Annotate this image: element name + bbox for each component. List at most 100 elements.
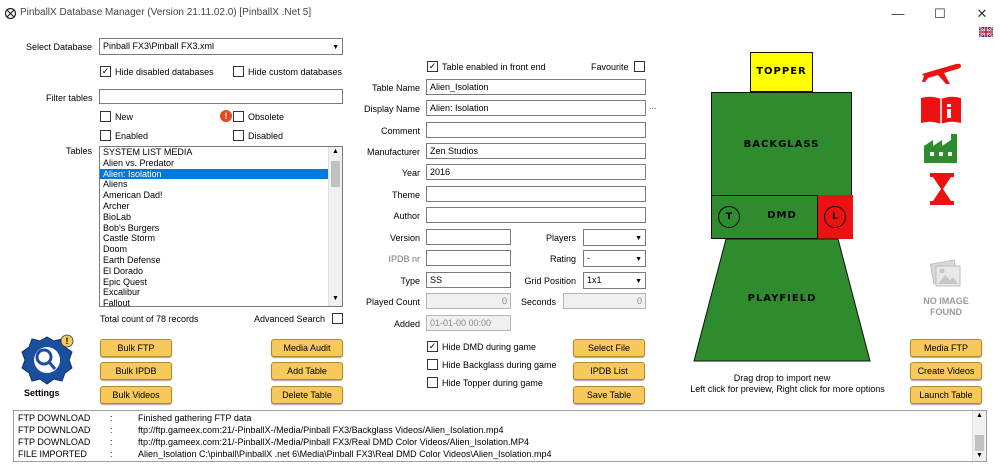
save-table-button[interactable]: Save Table — [573, 386, 645, 404]
tables-label: Tables — [66, 146, 93, 156]
factory-icon[interactable] — [922, 132, 962, 164]
language-flag-icon[interactable] — [979, 27, 993, 37]
manual-book-icon[interactable] — [920, 95, 962, 125]
log-type: FILE IMPORTED — [18, 449, 87, 459]
version-input[interactable] — [426, 229, 511, 245]
media-audit-button[interactable]: Media Audit — [271, 339, 343, 357]
add-table-button[interactable]: Add Table — [271, 362, 343, 380]
topper-label: TOPPER — [756, 66, 807, 77]
maximize-button[interactable]: ☐ — [922, 4, 958, 24]
hide-custom-checkbox[interactable] — [233, 66, 244, 77]
dmd-zone[interactable]: T DMD L — [711, 195, 853, 239]
ipdb-list-button[interactable]: IPDB List — [573, 362, 645, 380]
hide-disabled-checkbox[interactable]: ✓ — [100, 66, 111, 77]
filter-tables-input[interactable] — [99, 89, 343, 104]
manufacturer-input[interactable]: Zen Studios — [426, 143, 646, 159]
select-file-button[interactable]: Select File — [573, 339, 645, 357]
log-sep: : — [110, 425, 113, 435]
scroll-down-icon[interactable]: ▼ — [332, 295, 339, 302]
chevron-down-icon: ▼ — [635, 235, 642, 242]
settings-logo-icon[interactable]: ! — [18, 333, 76, 391]
enabled-front-end-checkbox[interactable]: ✓ — [427, 61, 438, 72]
list-item[interactable]: Bob's Burgers — [100, 223, 342, 234]
type-input[interactable]: SS — [426, 272, 511, 288]
favourite-label: Favourite — [591, 62, 629, 72]
advanced-search-label: Advanced Search — [254, 314, 326, 324]
list-item[interactable]: Aliens — [100, 179, 342, 190]
grid-position-select[interactable]: 1x1 ▼ — [583, 272, 646, 289]
scroll-thumb[interactable] — [331, 161, 340, 187]
list-item[interactable]: Archer — [100, 201, 342, 212]
delete-table-button[interactable]: Delete Table — [271, 386, 343, 404]
seconds-input: 0 — [563, 293, 646, 309]
log-panel[interactable]: FTP DOWNLOAD : Finished gathering FTP da… — [13, 410, 987, 462]
log-row: FTP DOWNLOAD : ftp://ftp.gameex.com:21/-… — [18, 425, 504, 436]
theme-input[interactable] — [426, 186, 646, 202]
obsolete-checkbox[interactable] — [233, 111, 244, 122]
log-row: FTP DOWNLOAD : Finished gathering FTP da… — [18, 413, 251, 424]
list-item[interactable]: Doom — [100, 244, 342, 255]
database-select[interactable]: Pinball FX3\Pinball FX3.xml ▼ — [99, 38, 343, 55]
players-select[interactable]: ▼ — [583, 229, 646, 246]
new-label: New — [115, 112, 134, 122]
manufacturer-label: Manufacturer — [366, 147, 420, 157]
year-input[interactable]: 2016 — [426, 164, 646, 180]
list-item[interactable]: Earth Defense — [100, 255, 342, 266]
table-name-input[interactable]: Alien_Isolation — [426, 79, 646, 95]
t-indicator: T — [718, 206, 740, 228]
favourite-checkbox[interactable] — [634, 61, 645, 72]
list-item[interactable]: Excalibur — [100, 287, 342, 298]
list-item[interactable]: Alien vs. Predator — [100, 158, 342, 169]
author-input[interactable] — [426, 207, 646, 223]
bulk-ipdb-button[interactable]: Bulk IPDB — [100, 362, 172, 380]
app-icon — [5, 8, 16, 19]
new-checkbox[interactable] — [100, 111, 111, 122]
scroll-up-icon[interactable]: ▲ — [976, 412, 983, 419]
select-database-label: Select Database — [26, 42, 93, 52]
list-item[interactable]: Castle Storm — [100, 233, 342, 244]
list-item[interactable]: Fallout — [100, 298, 342, 306]
log-type: FTP DOWNLOAD — [18, 425, 91, 435]
no-image-icon — [929, 259, 961, 287]
no-image-text: NO IMAGE FOUND — [906, 296, 986, 318]
airplane-icon[interactable] — [920, 56, 962, 86]
list-item[interactable]: BioLab — [100, 212, 342, 223]
enabled-checkbox[interactable] — [100, 130, 111, 141]
topper-zone[interactable]: TOPPER — [750, 52, 813, 92]
year-label: Year — [401, 168, 420, 178]
log-detail: ftp://ftp.gameex.com:21/-PinballX-/Media… — [138, 425, 504, 435]
filter-tables-label: Filter tables — [46, 93, 93, 103]
disabled-checkbox[interactable] — [233, 130, 244, 141]
settings-label: Settings — [24, 388, 60, 398]
display-name-input[interactable]: Alien: Isolation — [426, 100, 646, 116]
log-scrollbar[interactable]: ▲ ▼ — [972, 411, 986, 461]
log-row: FILE IMPORTED : Alien_Isolation C:\pinba… — [18, 449, 552, 460]
media-ftp-button[interactable]: Media FTP — [910, 339, 982, 357]
create-videos-button[interactable]: Create Videos — [910, 362, 982, 380]
hide-dmd-checkbox[interactable]: ✓ — [427, 341, 438, 352]
list-item[interactable]: SYSTEM LIST MEDIA — [100, 147, 342, 158]
log-sep: : — [110, 437, 113, 447]
list-item[interactable]: American Dad! — [100, 190, 342, 201]
launch-table-button[interactable]: Launch Table — [910, 386, 982, 404]
rating-value: - — [587, 253, 590, 263]
hide-backglass-checkbox[interactable] — [427, 359, 438, 370]
close-button[interactable]: ✕ — [964, 4, 1000, 24]
list-item[interactable]: Epic Quest — [100, 277, 342, 288]
comment-input[interactable] — [426, 122, 646, 138]
hide-topper-checkbox[interactable] — [427, 377, 438, 388]
list-item-selected[interactable]: Alien: Isolation — [100, 168, 342, 180]
bulk-videos-button[interactable]: Bulk Videos — [100, 386, 172, 404]
scroll-down-icon[interactable]: ▼ — [976, 452, 983, 459]
backglass-zone[interactable]: BACKGLASS — [711, 92, 852, 196]
scroll-thumb[interactable] — [975, 435, 984, 451]
scroll-up-icon[interactable]: ▲ — [332, 148, 339, 155]
hourglass-icon[interactable] — [929, 172, 955, 206]
list-item[interactable]: El Dorado — [100, 266, 342, 277]
display-name-ellipsis-button[interactable]: ... — [649, 101, 657, 111]
minimize-button[interactable]: — — [880, 4, 916, 24]
bulk-ftp-button[interactable]: Bulk FTP — [100, 339, 172, 357]
ipdb-input[interactable] — [426, 250, 511, 266]
rating-select[interactable]: - ▼ — [583, 250, 646, 267]
tables-list[interactable]: SYSTEM LIST MEDIA Alien vs. Predator Ali… — [99, 146, 343, 307]
